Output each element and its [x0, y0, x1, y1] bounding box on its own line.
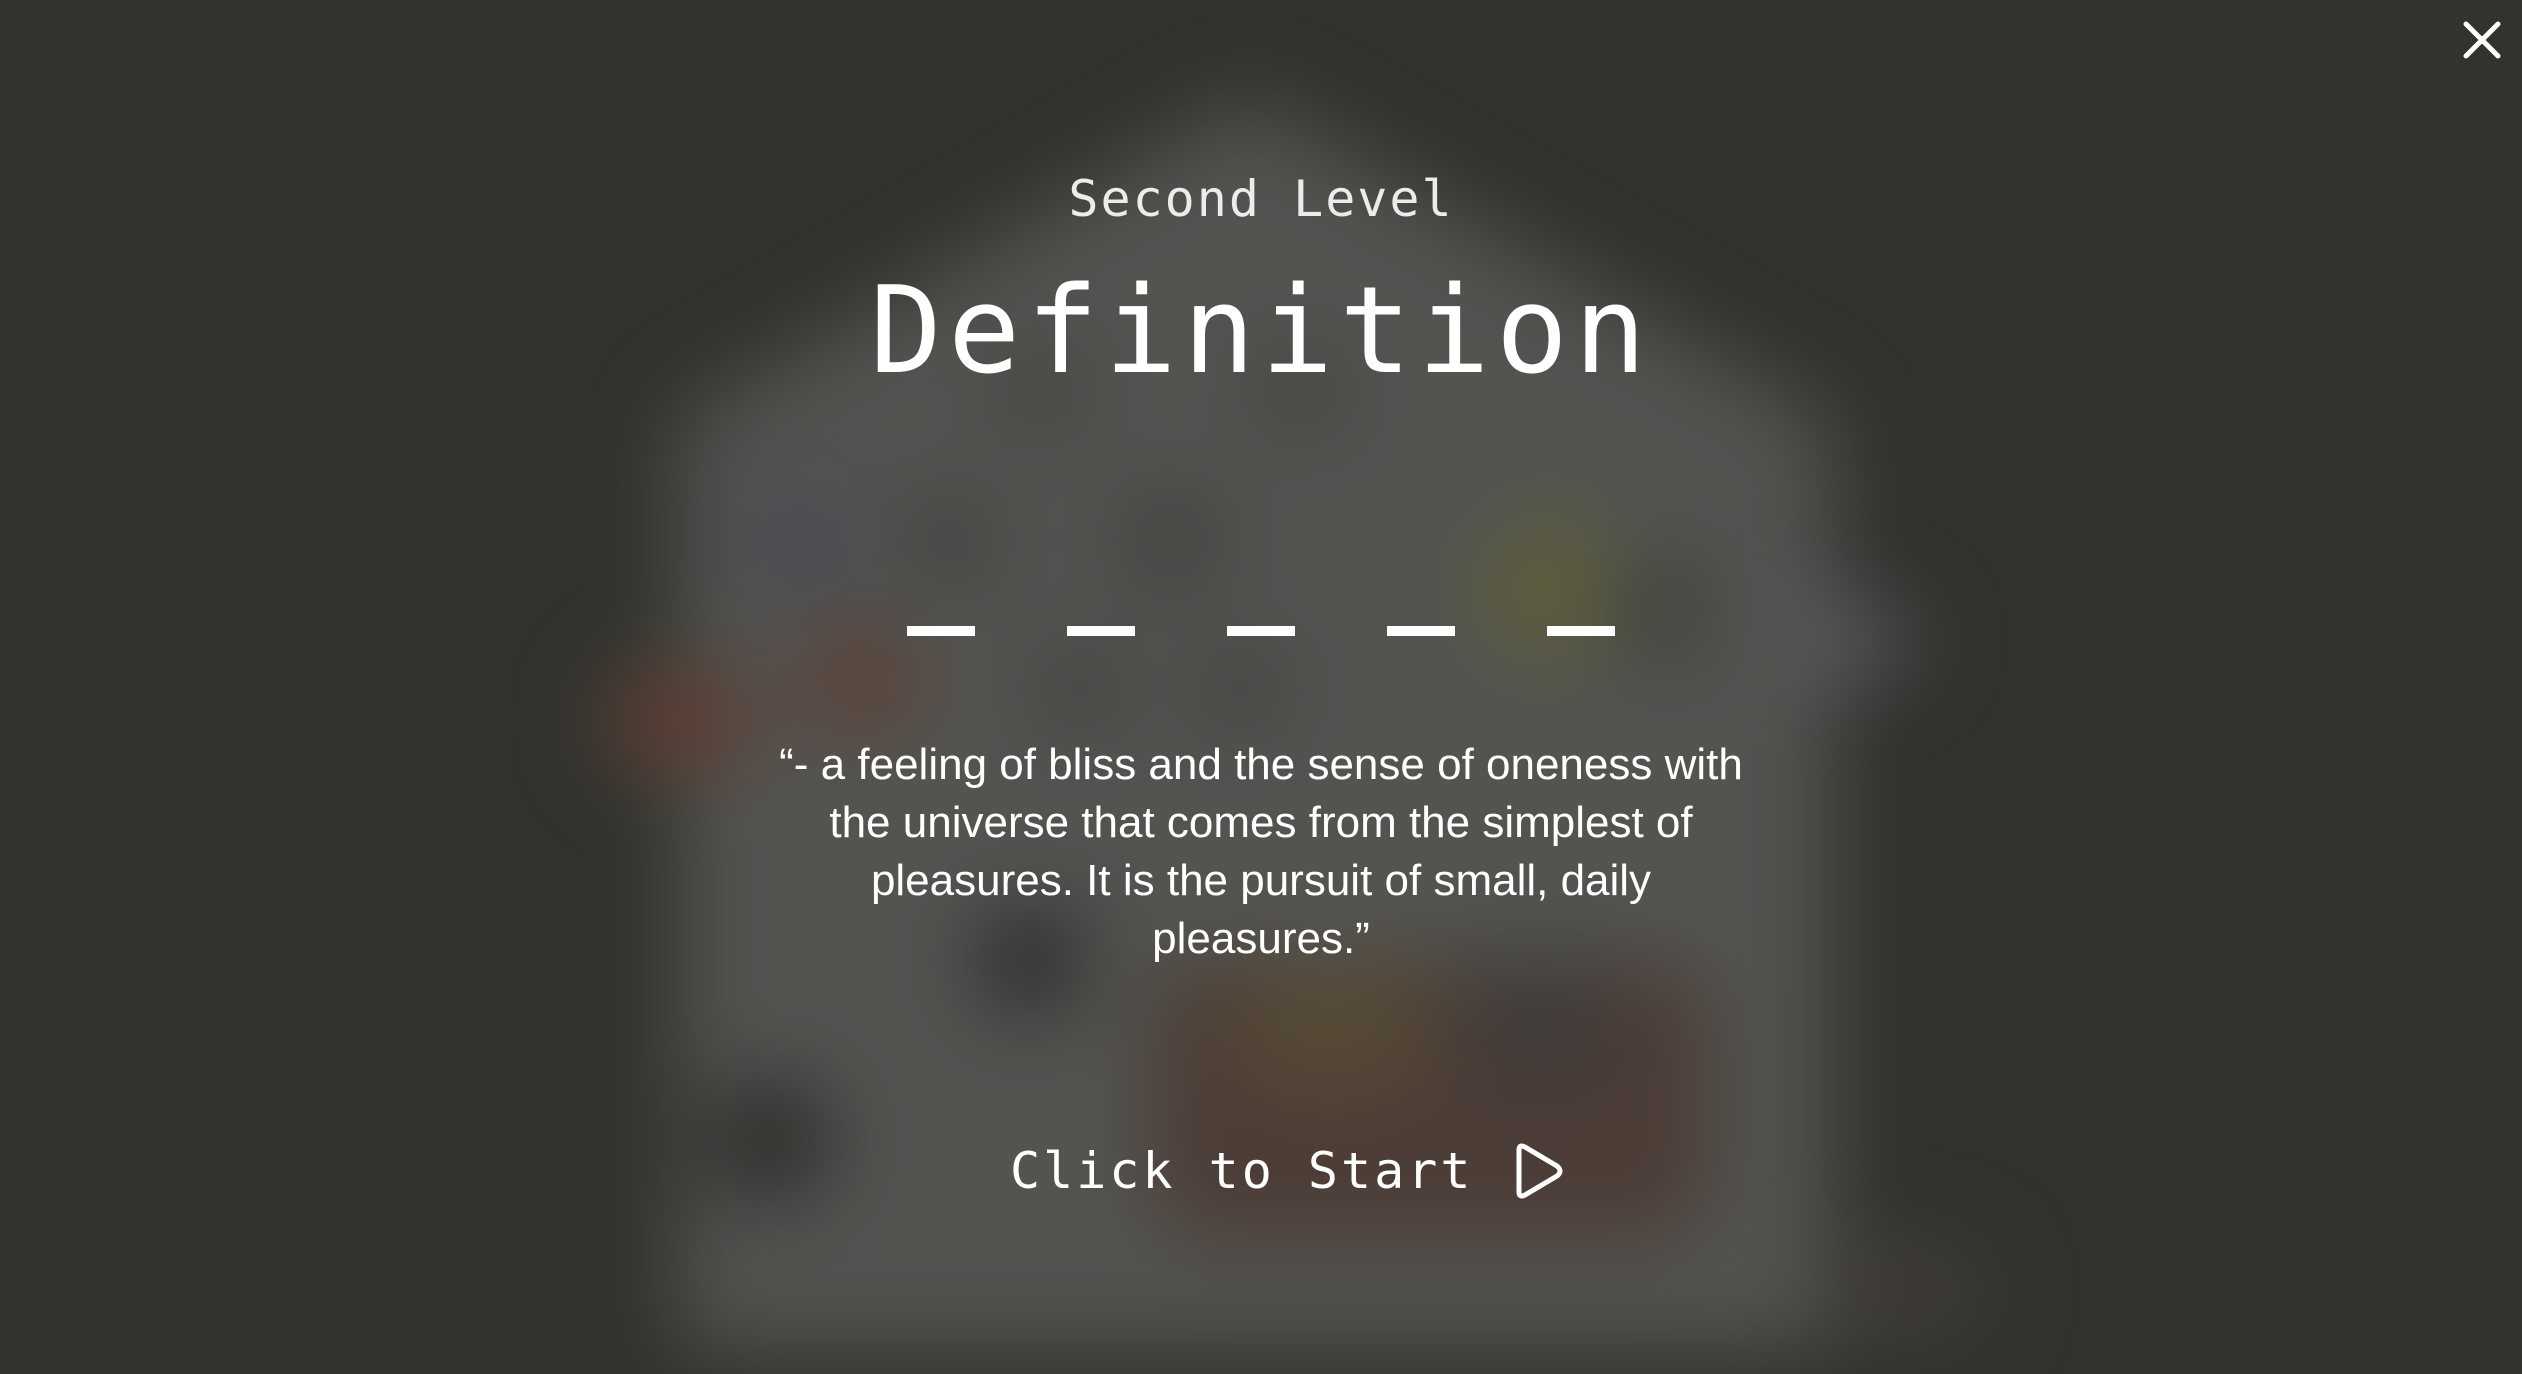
- level-title: Definition: [869, 262, 1653, 401]
- answer-blank: [1387, 626, 1455, 636]
- close-icon: [2463, 21, 2501, 59]
- answer-blank: [907, 626, 975, 636]
- level-intro-screen: Second Level Definition “- a feeling of …: [0, 0, 2522, 1374]
- answer-blank: [1067, 626, 1135, 636]
- definition-text: “- a feeling of bliss and the sense of o…: [779, 740, 1743, 963]
- close-button[interactable]: [2454, 12, 2510, 68]
- level-subtitle: Second Level: [1068, 170, 1454, 228]
- play-icon: [1516, 1143, 1563, 1199]
- answer-blanks: [0, 626, 2522, 636]
- answer-blank: [1227, 626, 1295, 636]
- start-button-label: Click to Start: [1010, 1142, 1474, 1200]
- answer-blank: [1547, 626, 1615, 636]
- start-button[interactable]: Click to Start: [1010, 1140, 1567, 1202]
